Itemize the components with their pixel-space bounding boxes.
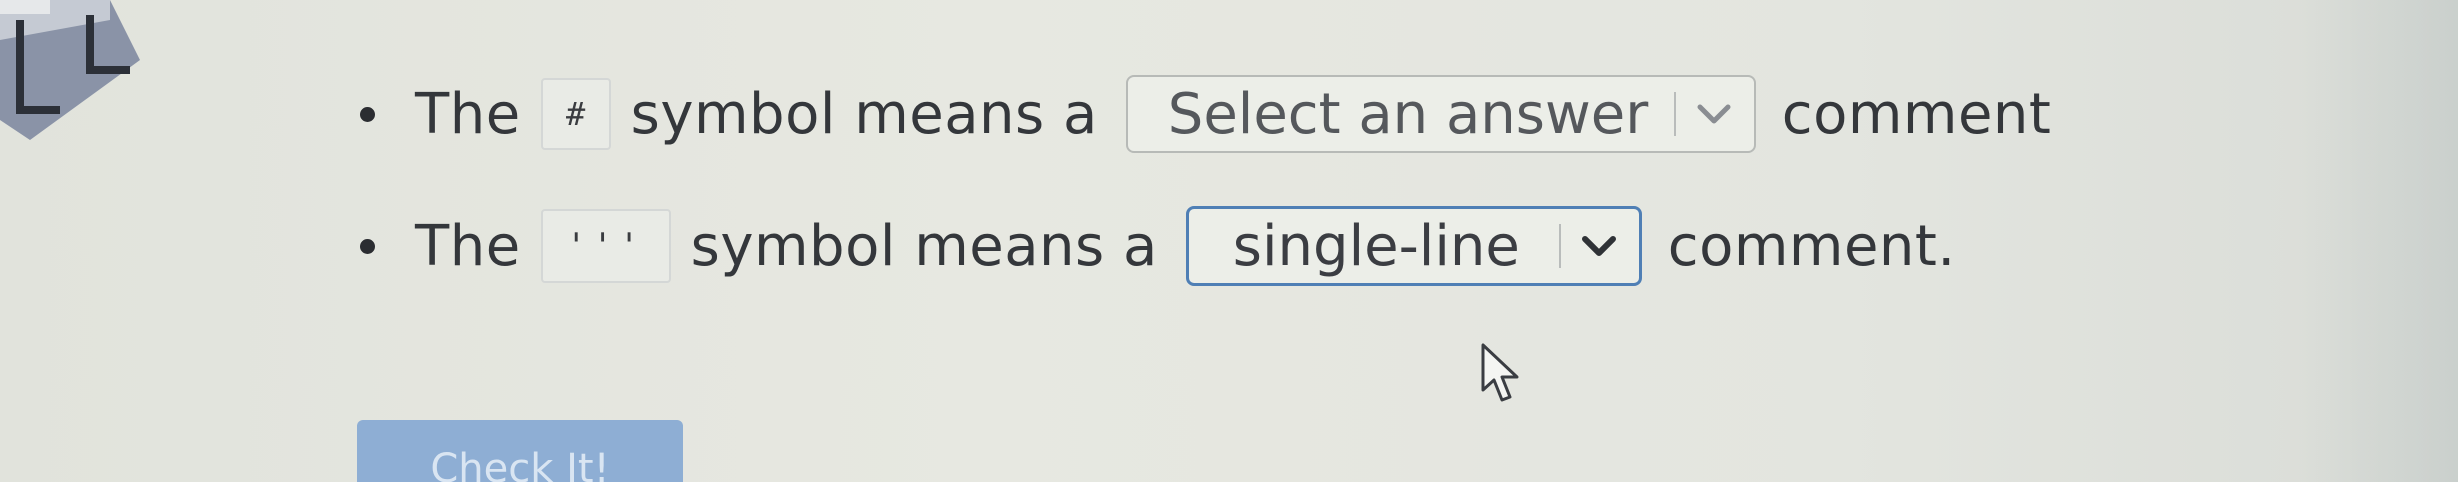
mouse-cursor-icon bbox=[1481, 343, 1519, 402]
statement-2-symbol: ''' bbox=[540, 209, 671, 283]
statement-1-middle: symbol means a bbox=[630, 81, 1098, 147]
statement-1-symbol: # bbox=[540, 78, 611, 150]
select-1-divider bbox=[1673, 92, 1676, 136]
decorative-graphic bbox=[0, 0, 140, 140]
statement-2: The ''' symbol means a single-line comme… bbox=[360, 196, 1956, 296]
statement-2-middle: symbol means a bbox=[690, 213, 1158, 279]
select-1-value: Select an answer bbox=[1167, 81, 1649, 147]
screen-edge-shading bbox=[2298, 0, 2458, 482]
check-it-button[interactable]: Check It! bbox=[357, 420, 683, 482]
statement-2-prefix: The bbox=[415, 213, 521, 279]
statement-1: The # symbol means a Select an answer co… bbox=[360, 64, 2051, 164]
bullet-icon bbox=[360, 238, 375, 254]
chevron-down-icon bbox=[1697, 104, 1731, 124]
chevron-down-icon bbox=[1581, 236, 1616, 256]
statement-1-prefix: The bbox=[415, 81, 521, 147]
quiz-page: The # symbol means a Select an answer co… bbox=[0, 0, 2458, 482]
select-2-value: single-line bbox=[1232, 213, 1520, 279]
select-2-divider bbox=[1558, 224, 1561, 268]
comment-type-select-2[interactable]: single-line bbox=[1185, 206, 1642, 286]
statement-1-suffix: comment bbox=[1781, 81, 2052, 147]
comment-type-select-1[interactable]: Select an answer bbox=[1125, 75, 1756, 153]
bullet-icon bbox=[360, 106, 375, 122]
statement-2-suffix: comment. bbox=[1667, 213, 1956, 279]
